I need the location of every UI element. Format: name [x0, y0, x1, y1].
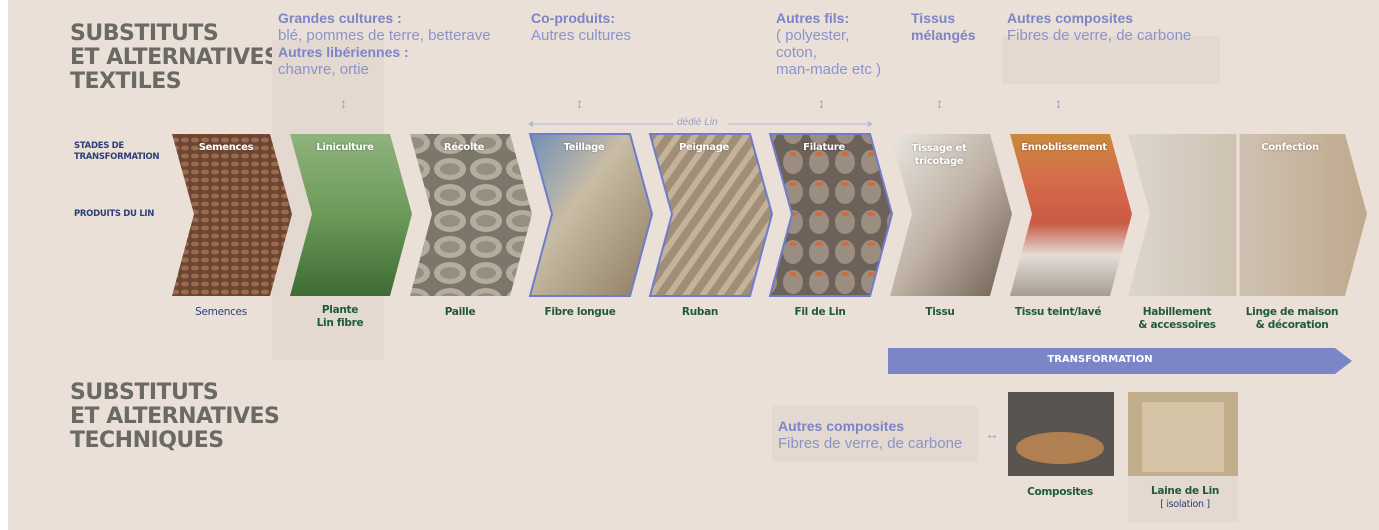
- product-ruban: Ruban: [681, 306, 719, 318]
- product-line: Linge de maison: [1245, 306, 1339, 318]
- stage-name-liniculture: Liniculture: [316, 142, 374, 153]
- stage-ennoblissement-image: [1010, 134, 1132, 296]
- stage-name-confection: Confection: [1261, 142, 1319, 153]
- stage-teillage-image: [528, 133, 654, 297]
- title-line: TECHNIQUES: [70, 428, 224, 453]
- product-laine-lin: Laine de Lin [ isolation ]: [1125, 485, 1245, 511]
- stage-name-tissage: Tissage et tricotage: [911, 143, 967, 167]
- tech-text: Fibres de verre, de carbone: [778, 435, 963, 452]
- product-sub: [ isolation ]: [1160, 499, 1210, 510]
- stage-confection-image: [1128, 134, 1367, 296]
- tech-composites: Autres composites Fibres de verre, de ca…: [778, 418, 962, 452]
- transformation-label: TRANSFORMATION: [1047, 354, 1153, 365]
- stage-peignage-image: [648, 133, 774, 297]
- stage-name-semences: Semences: [198, 142, 254, 153]
- composites-car-shape: [1016, 432, 1104, 464]
- stage-name-ennoblissement: Ennoblissement: [1021, 142, 1107, 153]
- product-linge-maison: Linge de maison & décoration: [1232, 306, 1352, 332]
- product-tissu: Tissu: [925, 306, 955, 318]
- product-plante: Plante Lin fibre: [280, 304, 400, 330]
- product-fibre-longue: Fibre longue: [544, 306, 616, 318]
- product-line: Habillement: [1142, 306, 1212, 318]
- stage-name-recolte: Récolte: [443, 142, 485, 153]
- stage-semences-image: [172, 134, 292, 296]
- product-semences: Semences: [195, 306, 247, 318]
- product-habillement: Habillement & accessoires: [1117, 306, 1237, 332]
- title-line: SUBSTITUTS: [70, 380, 219, 405]
- product-line: & décoration: [1255, 319, 1329, 331]
- leftright-arrow-icon: ↔: [985, 426, 999, 442]
- stage-liniculture-image: [290, 134, 412, 296]
- stage-name-peignage: Peignage: [678, 142, 730, 153]
- stage-recolte-image: [410, 134, 532, 296]
- product-line: Plante: [321, 304, 359, 316]
- stage-name-filature: Filature: [803, 142, 845, 153]
- product-paille: Paille: [444, 306, 476, 318]
- product-tissu-teint: Tissu teint/lavé: [1014, 306, 1102, 318]
- product-composites: Composites: [1027, 486, 1093, 498]
- product-fil-de-lin: Fil de Lin: [794, 306, 846, 318]
- product-line: & accessoires: [1138, 319, 1216, 331]
- title-line: ET ALTERNATIVES: [70, 404, 280, 429]
- stage-name-teillage: Teillage: [563, 142, 605, 153]
- title-techniques: SUBSTITUTS ET ALTERNATIVES TECHNIQUES: [70, 380, 280, 453]
- product-line: Laine de Lin: [1150, 485, 1220, 497]
- tech-title: Autres composites: [778, 418, 905, 434]
- stage-filature-image: [768, 133, 894, 297]
- product-line: Lin fibre: [316, 317, 364, 329]
- laine-lin-block: [1142, 402, 1224, 472]
